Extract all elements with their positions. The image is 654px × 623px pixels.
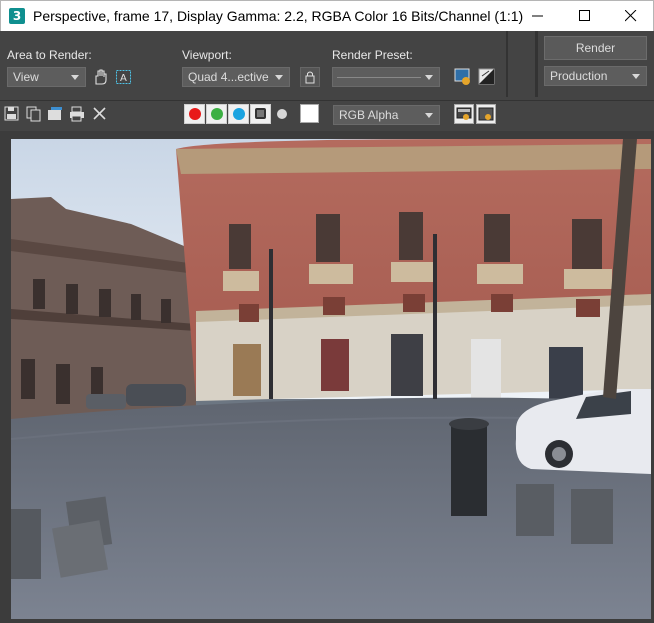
production-value: Production [550, 69, 608, 83]
render-setup-icon[interactable] [453, 67, 473, 87]
window-title: Perspective, frame 17, Display Gamma: 2.… [33, 8, 524, 24]
red-channel-toggle[interactable] [184, 104, 205, 124]
channel-display-dropdown[interactable]: RGB Alpha [333, 105, 440, 125]
copy-image-icon[interactable] [25, 105, 45, 125]
viewport-value: Quad 4...ective [188, 70, 269, 84]
title-bar: 3 Perspective, frame 17, Display Gamma: … [0, 0, 654, 31]
render-preset-label: Render Preset: [332, 48, 413, 62]
clone-window-icon[interactable] [46, 105, 66, 125]
toolbar-separator [535, 31, 538, 97]
chevron-down-icon [425, 113, 433, 118]
maximize-icon [579, 10, 590, 21]
toolbar-separator [506, 31, 508, 97]
chevron-down-icon [275, 75, 283, 80]
lock-icon [305, 71, 315, 84]
chevron-down-icon [632, 74, 640, 79]
red-channel-icon [189, 108, 201, 120]
area-to-render-dropdown[interactable]: View [7, 67, 86, 87]
environment-effects-icon[interactable] [477, 67, 497, 87]
save-image-icon[interactable] [3, 105, 23, 125]
close-window-button[interactable] [608, 1, 654, 31]
monochrome-icon[interactable] [277, 109, 287, 119]
alpha-channel-icon [255, 108, 266, 119]
render-button[interactable]: Render [544, 36, 647, 60]
viewport-dropdown[interactable]: Quad 4...ective [182, 67, 290, 87]
render-display-icon[interactable] [476, 104, 496, 124]
preset-empty-line [337, 77, 421, 78]
app-icon: 3 [9, 8, 25, 24]
auto-region-icon[interactable]: A [114, 67, 134, 87]
hand-tool-icon[interactable] [91, 67, 111, 87]
minimize-icon [532, 15, 543, 17]
street-scene-image [11, 139, 651, 619]
close-icon [625, 10, 637, 22]
area-to-render-label: Area to Render: [7, 48, 92, 62]
frame-buffer-toolbar [0, 100, 654, 130]
render-preset-dropdown[interactable] [332, 67, 440, 87]
svg-text:A: A [120, 73, 127, 84]
green-channel-icon [211, 108, 223, 120]
print-image-icon[interactable] [68, 105, 88, 125]
rendered-image[interactable] [11, 139, 651, 619]
blue-channel-toggle[interactable] [228, 104, 249, 124]
chevron-down-icon [425, 75, 433, 80]
chevron-down-icon [71, 75, 79, 80]
clear-image-icon[interactable] [91, 105, 111, 125]
channel-display-value: RGB Alpha [339, 108, 399, 122]
lock-viewport-button[interactable] [300, 67, 320, 87]
area-to-render-value: View [13, 70, 39, 84]
production-dropdown[interactable]: Production [544, 66, 647, 86]
swatch-color-box[interactable] [300, 104, 319, 123]
minimize-button[interactable] [515, 1, 561, 31]
green-channel-toggle[interactable] [206, 104, 227, 124]
viewport-label: Viewport: [182, 48, 232, 62]
render-setup-toolbar: Area to Render: View A Viewport: Quad 4.… [0, 31, 654, 97]
display-toggle-icon[interactable] [454, 104, 474, 124]
blue-channel-icon [233, 108, 245, 120]
maximize-button[interactable] [562, 1, 608, 31]
alpha-channel-toggle[interactable] [250, 104, 271, 124]
